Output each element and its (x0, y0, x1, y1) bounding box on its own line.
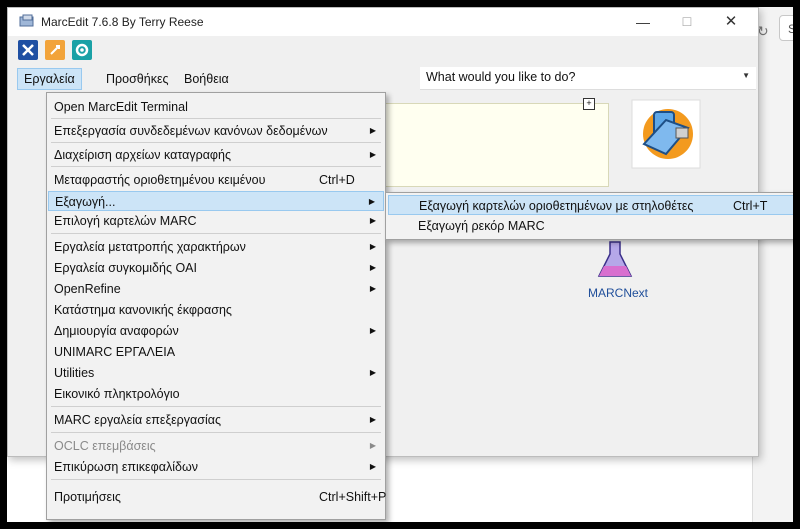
menu-item-export[interactable]: Εξαγωγή... ▶ (48, 191, 384, 211)
menu-tools[interactable]: Εργαλεία (17, 68, 82, 90)
flask-icon[interactable] (595, 240, 635, 280)
menu-separator (51, 233, 381, 234)
menu-separator (51, 432, 381, 433)
submenu-arrow-icon: ▶ (369, 462, 376, 471)
close-button[interactable]: ✕ (709, 10, 753, 34)
marc-tools-icon[interactable] (630, 98, 702, 170)
menu-item-regex-store[interactable]: Κατάστημα κανονικής έκφρασης (48, 300, 384, 320)
menu-separator (51, 166, 381, 167)
submenu-arrow-icon: ▶ (368, 197, 375, 206)
submenu-arrow-icon: ▶ (369, 216, 376, 225)
submenu-item-export-marc-records[interactable]: Εξαγωγή ρεκόρ MARC (388, 216, 793, 236)
menu-item-unimarc-tools[interactable]: UNIMARC ΕΡΓΑΛΕΙΑ (48, 342, 384, 362)
submenu-arrow-icon: ▶ (369, 150, 376, 159)
submenu-arrow-icon: ▶ (369, 326, 376, 335)
menu-item-utilities[interactable]: Utilities ▶ (48, 363, 384, 383)
tools-dropdown-menu: Open MarcEdit Terminal Επεξεργασία συνδε… (46, 92, 386, 520)
export-submenu: Εξαγωγή καρτελών οριοθετημένων με στηλοθ… (385, 192, 793, 240)
menu-item-select-marc-records[interactable]: Επιλογή καρτελών MARC ▶ (48, 211, 384, 231)
submenu-arrow-icon: ▶ (369, 263, 376, 272)
menu-item-delimited-text-translator[interactable]: Μεταφραστής οριοθετημένου κειμένου Ctrl+… (48, 170, 384, 190)
app-icon (19, 14, 34, 27)
menu-item-heading-validation[interactable]: Επικύρωση επικεφαλίδων ▶ (48, 457, 384, 477)
menu-separator (51, 142, 381, 143)
dropdown-arrow-icon[interactable]: ▼ (742, 71, 750, 80)
menu-item-marc-editing-tools[interactable]: MARC εργαλεία επεξεργασίας ▶ (48, 410, 384, 430)
window-title: MarcEdit 7.6.8 By Terry Reese (41, 15, 204, 29)
maximize-button[interactable]: ☐ (665, 10, 709, 34)
menu-separator (51, 406, 381, 407)
screen: ↻ Se MarcEdit 7.6.8 By Terry Reese — ☐ ✕ (7, 7, 793, 522)
title-bar: MarcEdit 7.6.8 By Terry Reese — ☐ ✕ (8, 8, 758, 36)
menu-item-preferences[interactable]: Προτιμήσεις Ctrl+Shift+P (48, 487, 386, 507)
menu-item-character-conversion[interactable]: Εργαλεία μετατροπής χαρακτήρων ▶ (48, 237, 384, 257)
menu-item-openrefine[interactable]: OpenRefine ▶ (48, 279, 384, 299)
toolbar (8, 36, 758, 66)
tools-icon[interactable] (18, 40, 38, 60)
menu-separator (51, 479, 381, 480)
gear-icon (75, 43, 89, 57)
minimize-button[interactable]: — (621, 10, 665, 34)
submenu-arrow-icon: ▶ (369, 415, 376, 424)
menu-item-oai-harvesting[interactable]: Εργαλεία συγκομιδής OAI ▶ (48, 258, 384, 278)
settings-icon[interactable] (72, 40, 92, 60)
menu-item-open-terminal[interactable]: Open MarcEdit Terminal (48, 97, 384, 117)
menu-item-virtual-keyboard[interactable]: Εικονικό πληκτρολόγιο (48, 384, 384, 404)
scroll-icon (50, 45, 60, 55)
submenu-arrow-icon: ▶ (369, 368, 376, 377)
menu-addons[interactable]: Προσθήκες (100, 68, 175, 90)
task-search-value: What would you like to do? (426, 70, 576, 84)
task-search-combobox[interactable]: What would you like to do? ▼ (420, 67, 756, 90)
marcnext-link[interactable]: MARCNext (588, 286, 648, 300)
background-search-input[interactable]: Se (779, 15, 793, 41)
menu-item-log-management[interactable]: Διαχείριση αρχείων καταγραφής ▶ (48, 145, 384, 165)
menu-item-linked-data-rules[interactable]: Επεξεργασία συνδεδεμένων κανόνων δεδομέν… (48, 121, 384, 141)
submenu-arrow-icon: ▶ (369, 284, 376, 293)
script-icon[interactable] (45, 40, 65, 60)
menu-item-oclc-operations: OCLC επεμβάσεις ▶ (48, 436, 384, 456)
submenu-arrow-icon: ▶ (369, 242, 376, 251)
menu-item-reports[interactable]: Δημιουργία αναφορών ▶ (48, 321, 384, 341)
menu-separator (51, 118, 381, 119)
submenu-arrow-icon: ▶ (369, 126, 376, 135)
results-pane (382, 103, 609, 187)
submenu-arrow-icon: ▶ (369, 441, 376, 450)
wrench-icon (22, 44, 34, 56)
menu-help[interactable]: Βοήθεια (178, 68, 235, 90)
submenu-item-export-tab-delimited[interactable]: Εξαγωγή καρτελών οριοθετημένων με στηλοθ… (388, 195, 793, 215)
expand-button[interactable]: + (583, 98, 595, 110)
